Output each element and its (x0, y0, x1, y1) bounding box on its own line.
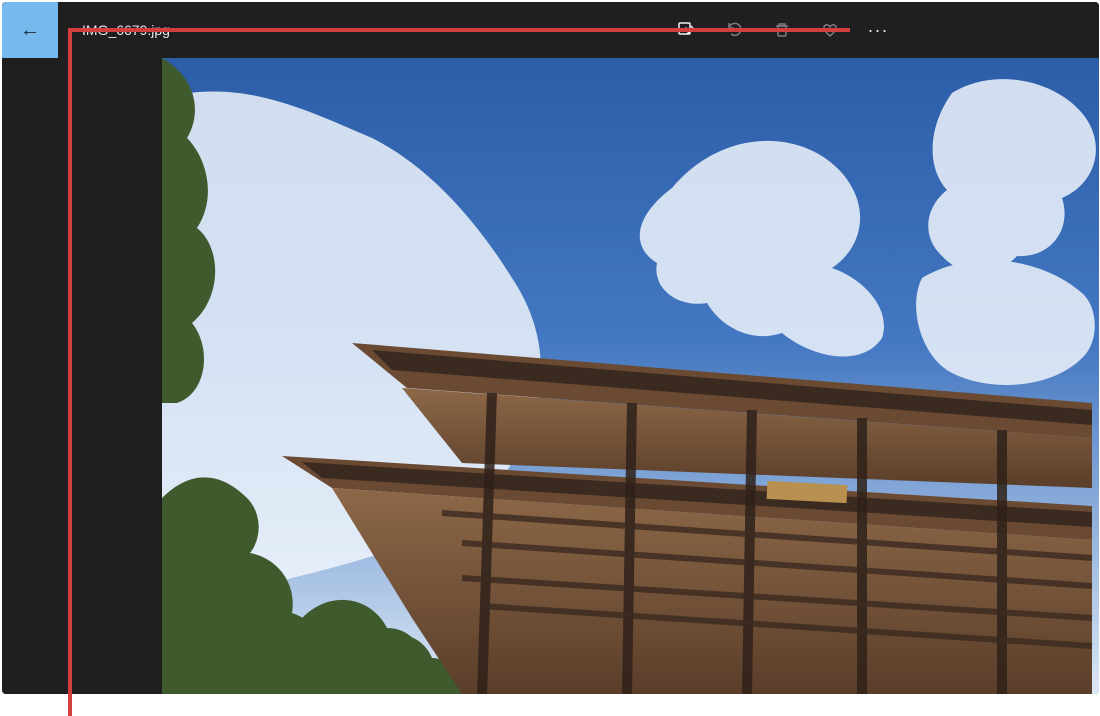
callout-vertical-line (68, 28, 72, 716)
callout-horizontal-line (70, 28, 850, 32)
photo-viewer-window: ← IMG_6679.jpg (2, 2, 1099, 694)
more-button[interactable]: ··· (854, 2, 902, 58)
photo (162, 58, 1099, 694)
back-arrow-icon: ← (20, 19, 40, 41)
back-button[interactable]: ← (2, 2, 58, 58)
more-icon: ··· (867, 20, 889, 40)
temple-photo (162, 58, 1099, 694)
photo-viewer-area (2, 58, 1099, 694)
